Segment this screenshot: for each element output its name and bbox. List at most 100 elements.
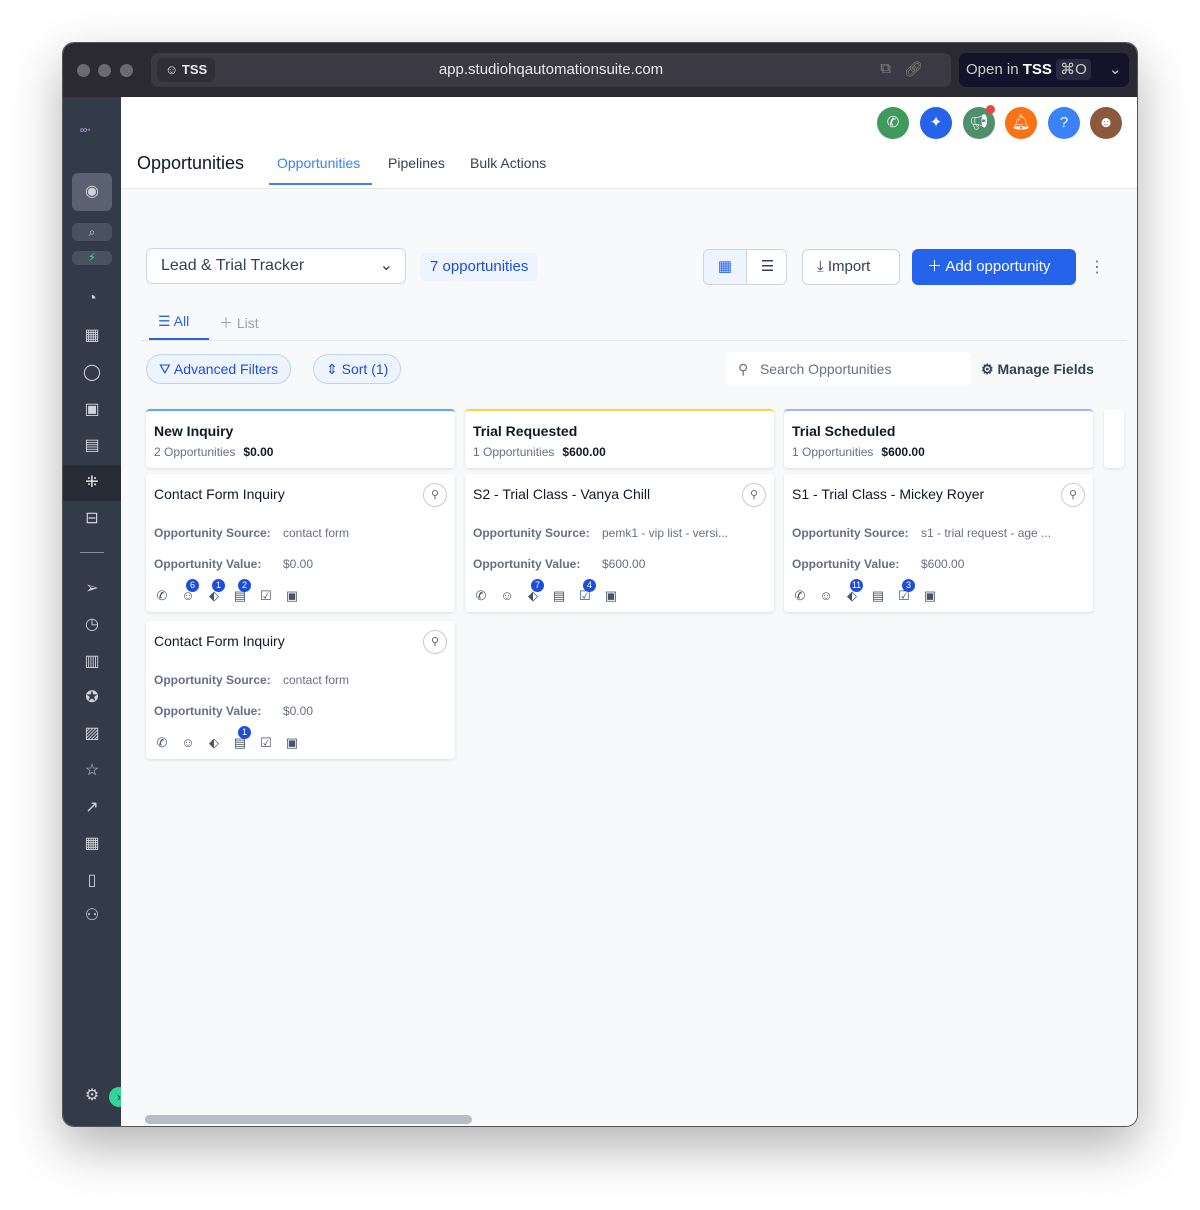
opportunity-card[interactable]: Contact Form Inquiry ⚲ Opportunity Source:… xyxy=(146,621,455,759)
announcement-icon[interactable]: 📢︎ xyxy=(963,105,995,139)
count-badge: 6 xyxy=(186,579,199,592)
horizontal-scrollbar[interactable] xyxy=(145,1115,472,1124)
list-view-icon[interactable]: ☰ xyxy=(746,250,786,284)
task-icon[interactable]: ☑ 3 xyxy=(896,579,915,604)
settings-icon[interactable]: ⚙ xyxy=(72,1081,112,1111)
sidebar-account-icon[interactable]: ◉ xyxy=(72,173,112,211)
dashboard-icon[interactable]: ▦ xyxy=(72,321,112,351)
task-icon[interactable]: ☑ xyxy=(258,588,274,604)
notes-icon[interactable]: ▤ 2 xyxy=(232,579,251,604)
page-title: Opportunities xyxy=(137,153,245,173)
extension-icon[interactable]: ⧉ xyxy=(880,60,891,77)
source-label: Opportunity Source: xyxy=(792,526,909,540)
pipeline-select[interactable]: Lead & Trial Tracker ⌄ xyxy=(146,248,406,284)
avatar[interactable]: ☻ xyxy=(1090,107,1122,139)
opportunity-card[interactable]: Contact Form Inquiry ⚲ Opportunity Source:… xyxy=(146,474,455,612)
help-icon[interactable]: ? xyxy=(1048,107,1080,139)
lightning-icon[interactable]: ⚡︎ xyxy=(72,251,112,265)
assign-user-icon[interactable]: ⚲ xyxy=(1061,483,1085,507)
value-value: $0.00 xyxy=(283,704,314,718)
sort-button[interactable]: ⇕ Sort (1) xyxy=(313,354,402,384)
sites-icon[interactable]: ▥ xyxy=(72,647,112,677)
team-icon[interactable]: ⚇ xyxy=(72,901,112,931)
task-icon[interactable]: ☑ xyxy=(258,735,274,751)
launchpad-icon[interactable]: ◔ xyxy=(72,284,112,314)
message-icon[interactable]: ☺ xyxy=(818,588,834,604)
source-value: pemk1 - vip list - versi... xyxy=(602,526,729,540)
notes-icon[interactable]: ▤ 1 xyxy=(232,726,251,751)
add-opportunity-label: Add opportunity xyxy=(945,258,1051,275)
appointment-icon[interactable]: ▣ xyxy=(284,588,300,604)
search-input[interactable]: ⚲ Search Opportunities xyxy=(726,352,971,386)
open-in-app-button[interactable]: Open in TSS ⌘O ⌄ xyxy=(959,53,1129,87)
send-icon[interactable]: ➢ xyxy=(72,574,112,604)
chevron-down-icon[interactable]: ⌄ xyxy=(1109,61,1122,78)
value-value: $600.00 xyxy=(602,557,646,571)
more-options-icon[interactable]: ⋮ xyxy=(1089,257,1105,277)
mobile-icon[interactable]: ▯ xyxy=(72,866,112,896)
column-header: New Inquiry 2 Opportunities $0.00 xyxy=(146,409,455,468)
appointment-icon[interactable]: ▣ xyxy=(922,588,938,604)
add-opportunity-button[interactable]: ＋ Add opportunity xyxy=(912,249,1076,285)
notification-bell-icon[interactable]: 🔔︎ xyxy=(1005,107,1037,139)
search-icon[interactable]: ⌕ xyxy=(72,223,112,241)
appointment-icon[interactable]: ▣ xyxy=(284,735,300,751)
card-actions: ✆ ☺ 6 ⬖ 1 ▤ 2 ☑ ▣ xyxy=(154,579,300,604)
import-button[interactable]: ⤓ Import xyxy=(802,249,900,285)
grid-view-icon[interactable]: ▦ xyxy=(704,250,746,284)
tag-icon[interactable]: ⬖ xyxy=(206,735,222,751)
view-all-tab[interactable]: ☰ All xyxy=(158,313,189,330)
assign-user-icon[interactable]: ⚲ xyxy=(423,483,447,507)
apps-icon[interactable]: ▦ xyxy=(72,829,112,859)
reporting-icon[interactable]: ↗ xyxy=(72,793,112,823)
tag-icon[interactable]: ⬖ 7 xyxy=(525,579,544,604)
advanced-filters-label: Advanced Filters xyxy=(173,361,279,377)
assign-user-icon[interactable]: ⚲ xyxy=(742,483,766,507)
payments-icon[interactable]: ⊟ xyxy=(72,504,112,534)
message-icon[interactable]: ☺ xyxy=(180,735,196,751)
conversations-icon[interactable]: ◯ xyxy=(72,358,112,388)
notes-icon[interactable]: ▤ xyxy=(870,588,886,604)
opportunity-card[interactable]: S1 - Trial Class - Mickey Royer ⚲ Opportun… xyxy=(784,474,1093,612)
call-icon[interactable]: ✆ xyxy=(473,588,489,604)
advanced-filters-button[interactable]: ⛛ Advanced Filters xyxy=(146,354,292,384)
task-icon[interactable]: ☑ 4 xyxy=(577,579,596,604)
opportunity-card[interactable]: S2 - Trial Class - Vanya Chill ⚲ Opportuni… xyxy=(465,474,774,612)
tab-pipelines[interactable]: Pipelines xyxy=(388,155,445,171)
memberships-icon[interactable]: ✪ xyxy=(72,683,112,713)
count-badge: 4 xyxy=(583,579,596,592)
link-icon[interactable]: 🔗︎ xyxy=(904,60,923,78)
source-label: Opportunity Source: xyxy=(154,526,271,540)
tab-opportunities[interactable]: Opportunities xyxy=(277,155,360,171)
close-dot[interactable] xyxy=(77,64,90,77)
media-icon[interactable]: ▨ xyxy=(72,719,112,749)
opportunities-icon[interactable]: ⁜ xyxy=(63,465,121,501)
tab-bulk-actions[interactable]: Bulk Actions xyxy=(470,155,546,171)
ai-sparkle-icon[interactable]: ✦ xyxy=(920,107,952,139)
add-list-button[interactable]: ＋ List xyxy=(219,313,259,333)
message-icon[interactable]: ☺ 6 xyxy=(180,579,199,604)
automation-icon[interactable]: ◷ xyxy=(72,610,112,640)
address-bar[interactable]: ☺ TSS app.studiohqautomationsuite.com ⧉ … xyxy=(151,53,951,87)
call-icon[interactable]: ✆ xyxy=(792,588,808,604)
tag-icon[interactable]: ⬖ 11 xyxy=(844,579,863,604)
star-icon[interactable]: ☆ xyxy=(72,756,112,786)
search-icon: ⚲ xyxy=(738,361,749,377)
appointment-icon[interactable]: ▣ xyxy=(603,588,619,604)
manage-fields-button[interactable]: ⚙ Manage Fields xyxy=(981,361,1094,378)
assign-user-icon[interactable]: ⚲ xyxy=(423,630,447,654)
minimize-dot[interactable] xyxy=(98,64,111,77)
open-in-label: Open in xyxy=(966,61,1019,78)
zoom-dot[interactable] xyxy=(120,64,133,77)
calendar-icon[interactable]: ▣ xyxy=(72,395,112,425)
count-badge: 1 xyxy=(238,726,251,739)
main-content: ✆ ✦ 📢︎ 🔔︎ ? ☻ Opportunities Opportunitie… xyxy=(121,97,1137,1126)
column-value: $600.00 xyxy=(881,445,925,459)
phone-icon[interactable]: ✆ xyxy=(877,107,909,139)
message-icon[interactable]: ☺ xyxy=(499,588,515,604)
call-icon[interactable]: ✆ xyxy=(154,735,170,751)
tag-icon[interactable]: ⬖ 1 xyxy=(206,579,225,604)
contacts-icon[interactable]: ▤ xyxy=(72,431,112,461)
notes-icon[interactable]: ▤ xyxy=(551,588,567,604)
call-icon[interactable]: ✆ xyxy=(154,588,170,604)
